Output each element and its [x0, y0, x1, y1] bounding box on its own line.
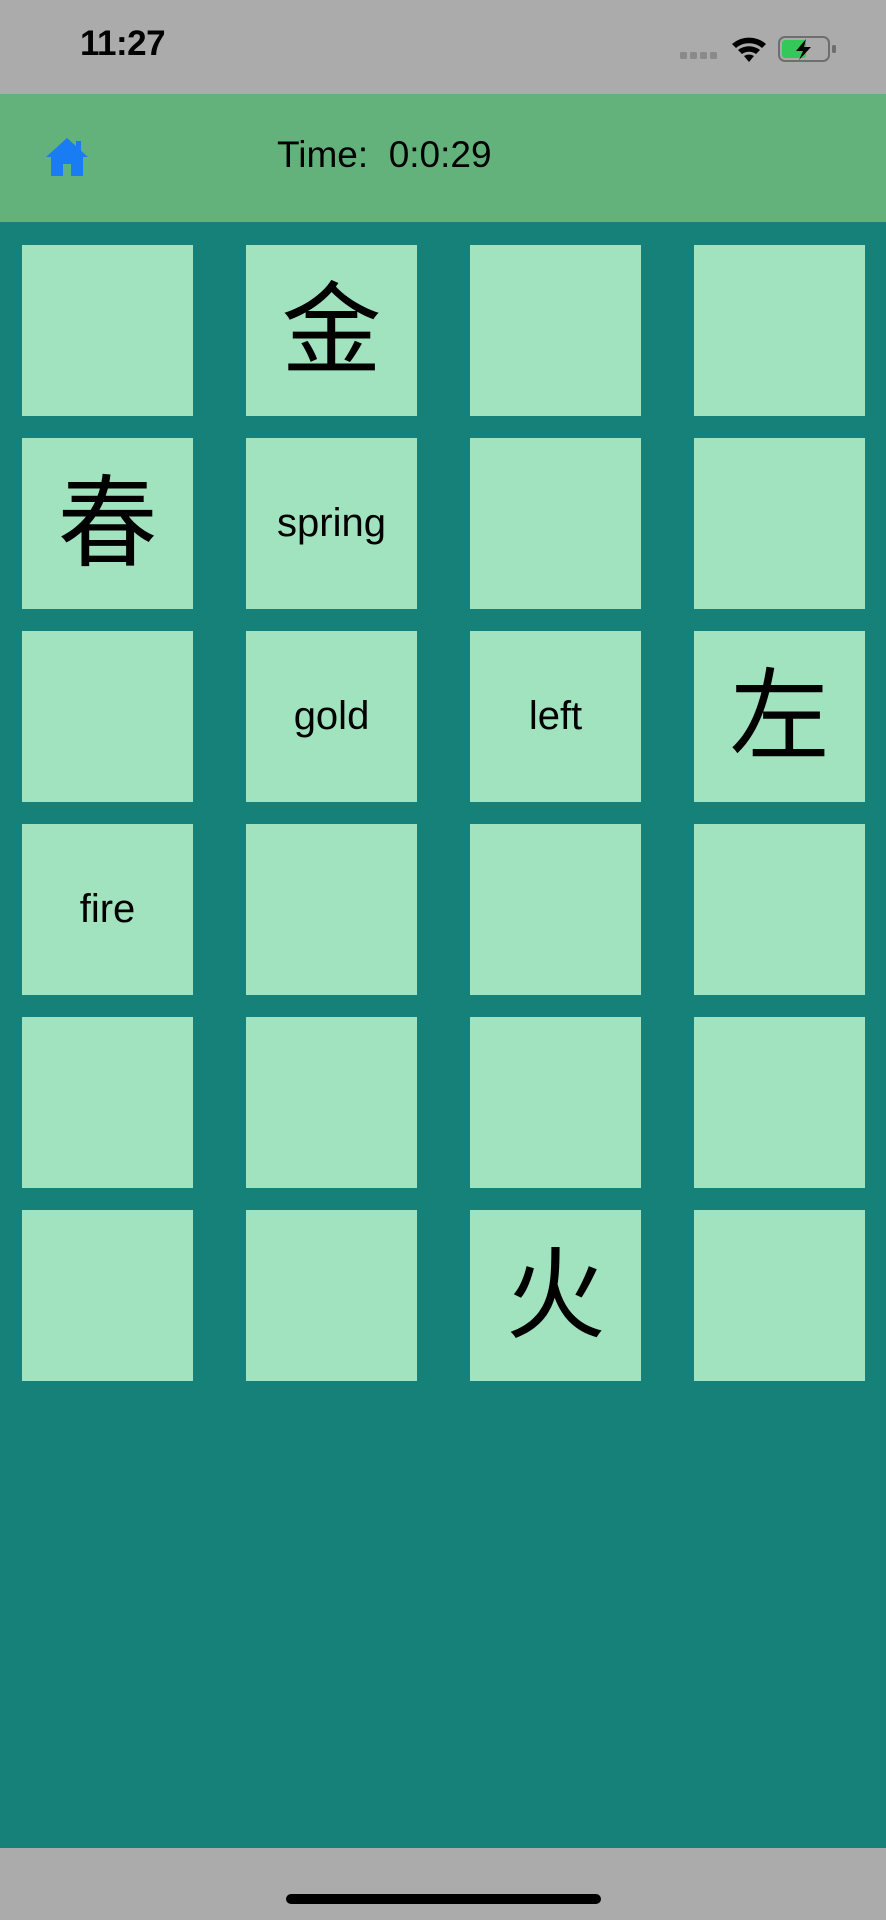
- card-21[interactable]: [22, 1210, 193, 1381]
- game-board: 金 春 spring gold left 左 fire 火: [0, 222, 886, 1848]
- cellular-signal-icon: [680, 52, 717, 59]
- card-4[interactable]: [694, 245, 865, 416]
- card-15[interactable]: [470, 824, 641, 995]
- card-11-content: left: [528, 694, 583, 738]
- card-12[interactable]: 左: [694, 631, 865, 802]
- card-2-content: 金: [281, 271, 382, 389]
- card-9[interactable]: [22, 631, 193, 802]
- card-1[interactable]: [22, 245, 193, 416]
- card-20[interactable]: [694, 1017, 865, 1188]
- status-bar: 11:27: [0, 0, 886, 94]
- card-19[interactable]: [470, 1017, 641, 1188]
- card-6-content: spring: [277, 501, 386, 545]
- card-grid: 金 春 spring gold left 左 fire 火: [22, 245, 865, 1381]
- card-17[interactable]: [22, 1017, 193, 1188]
- timer-label: Time:: [277, 134, 369, 175]
- battery-charging-icon: [778, 36, 836, 62]
- status-icons: [680, 36, 836, 62]
- home-icon[interactable]: [44, 134, 90, 180]
- card-16[interactable]: [694, 824, 865, 995]
- bottom-bar: [0, 1848, 886, 1920]
- card-24[interactable]: [694, 1210, 865, 1381]
- card-23-content: 火: [505, 1236, 606, 1354]
- status-time: 11:27: [80, 24, 166, 63]
- card-7[interactable]: [470, 438, 641, 609]
- card-11[interactable]: left: [470, 631, 641, 802]
- card-22[interactable]: [246, 1210, 417, 1381]
- header: Time: 0:0:29: [0, 94, 886, 222]
- card-14[interactable]: [246, 824, 417, 995]
- home-indicator[interactable]: [286, 1894, 601, 1904]
- card-8[interactable]: [694, 438, 865, 609]
- card-5[interactable]: 春: [22, 438, 193, 609]
- timer: Time: 0:0:29: [277, 134, 492, 176]
- card-10[interactable]: gold: [246, 631, 417, 802]
- card-5-content: 春: [57, 464, 158, 582]
- card-23[interactable]: 火: [470, 1210, 641, 1381]
- card-10-content: gold: [293, 694, 370, 738]
- card-6[interactable]: spring: [246, 438, 417, 609]
- wifi-icon: [732, 37, 766, 62]
- card-13-content: fire: [79, 887, 136, 931]
- card-3[interactable]: [470, 245, 641, 416]
- card-2[interactable]: 金: [246, 245, 417, 416]
- timer-value: 0:0:29: [388, 134, 492, 175]
- card-18[interactable]: [246, 1017, 417, 1188]
- card-13[interactable]: fire: [22, 824, 193, 995]
- card-12-content: 左: [729, 657, 830, 775]
